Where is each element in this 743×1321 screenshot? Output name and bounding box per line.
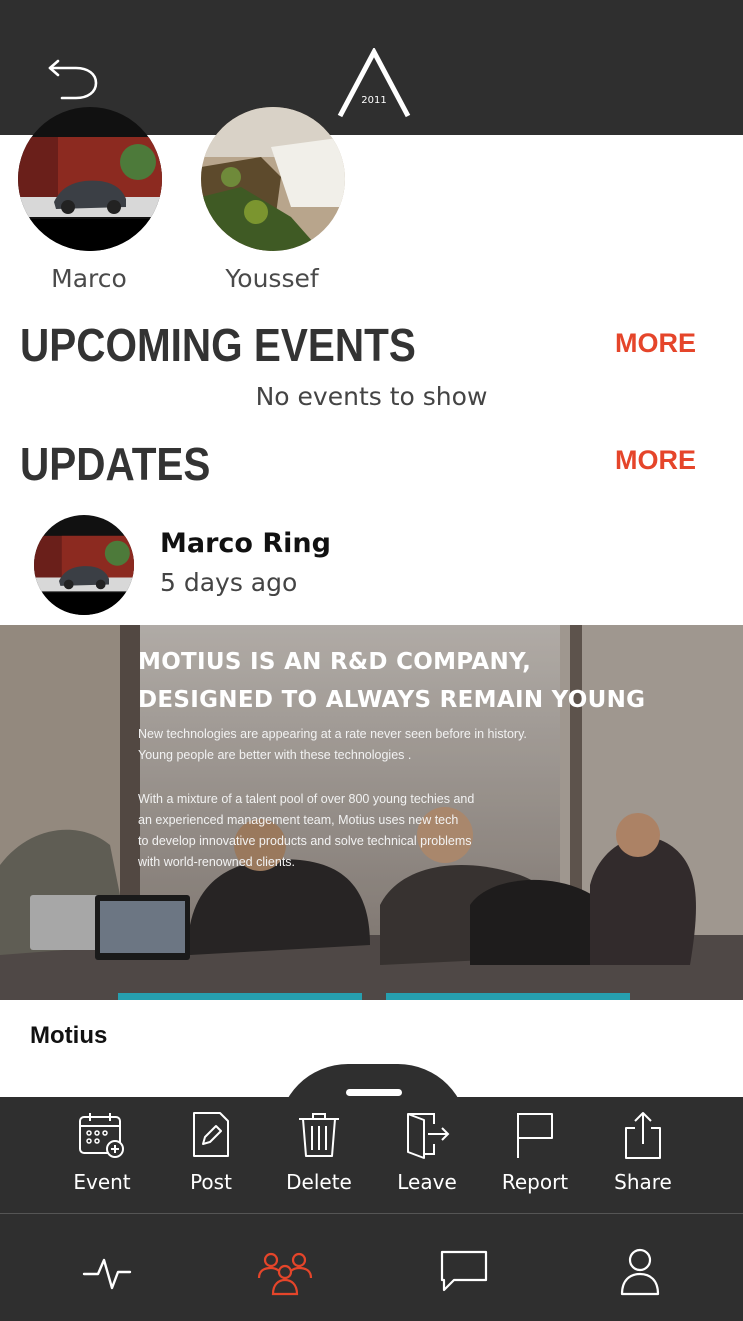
action-label: Report xyxy=(501,1170,569,1194)
post-caption: Motius xyxy=(30,1022,108,1049)
action-label: Post xyxy=(190,1170,232,1194)
banner-paragraph-line: to develop innovative products and solve… xyxy=(138,834,472,848)
member-avatar-marco[interactable] xyxy=(18,107,162,251)
action-label: Delete xyxy=(286,1170,352,1194)
banner-paragraph-line: an experienced management team, Motius u… xyxy=(138,813,459,827)
banner-paragraph-line: With a mixture of a talent pool of over … xyxy=(138,792,475,806)
updates-more-link[interactable]: MORE xyxy=(580,445,696,476)
tab-groups[interactable] xyxy=(255,1246,315,1298)
member-name: Marco xyxy=(51,264,127,293)
post-timestamp: 5 days ago xyxy=(160,568,298,597)
post-author-avatar[interactable] xyxy=(34,515,134,615)
back-button[interactable] xyxy=(40,56,104,106)
tab-messages[interactable] xyxy=(434,1246,494,1298)
logo-year: 2011 xyxy=(361,95,386,106)
no-events-message: No events to show xyxy=(255,382,488,411)
action-label: Share xyxy=(614,1170,672,1194)
back-arrow-icon xyxy=(48,59,98,100)
calendar-add-icon xyxy=(79,1113,124,1158)
chat-icon xyxy=(440,1250,488,1292)
banner-paragraph-line: New technologies are appearing at a rate… xyxy=(138,727,527,741)
share-icon xyxy=(625,1112,661,1159)
event-action-button[interactable]: Event xyxy=(52,1110,152,1194)
trash-icon xyxy=(299,1113,339,1157)
banner-headline-line-1: MOTIUS IS AN R&D COMPANY, xyxy=(138,649,532,675)
report-action-button[interactable]: Report xyxy=(485,1110,585,1194)
member-name: Youssef xyxy=(225,264,319,293)
leave-action-button[interactable]: Leave xyxy=(377,1110,477,1194)
group-icon xyxy=(257,1252,313,1296)
action-label: Event xyxy=(73,1170,131,1194)
drag-handle[interactable] xyxy=(346,1089,402,1096)
tab-activity[interactable] xyxy=(78,1246,138,1298)
upcoming-events-more-link[interactable]: MORE xyxy=(580,328,696,359)
edit-post-icon xyxy=(193,1112,229,1157)
post-action-button[interactable]: Post xyxy=(161,1110,261,1194)
app-logo: 2011 xyxy=(336,46,412,120)
tab-profile[interactable] xyxy=(610,1246,670,1298)
banner-paragraph-line: with world-renowned clients. xyxy=(138,855,296,869)
post-image[interactable]: MOTIUS IS AN R&D COMPANY, DESIGNED TO AL… xyxy=(0,625,743,1000)
flag-icon xyxy=(517,1113,553,1158)
share-action-button[interactable]: Share xyxy=(593,1110,693,1194)
exit-door-icon xyxy=(407,1113,450,1159)
user-icon xyxy=(620,1248,660,1296)
action-label: Leave xyxy=(397,1170,457,1194)
member-avatar-youssef[interactable] xyxy=(201,107,345,251)
pulse-icon xyxy=(82,1258,132,1290)
banner-paragraph-line: Young people are better with these techn… xyxy=(138,748,412,762)
delete-action-button[interactable]: Delete xyxy=(269,1110,369,1194)
banner-headline-line-2: DESIGNED TO ALWAYS REMAIN YOUNG xyxy=(138,687,646,713)
post-author-name[interactable]: Marco Ring xyxy=(160,528,331,559)
upcoming-events-title: UPCOMING EVENTS xyxy=(20,319,416,371)
updates-title: UPDATES xyxy=(20,438,211,490)
